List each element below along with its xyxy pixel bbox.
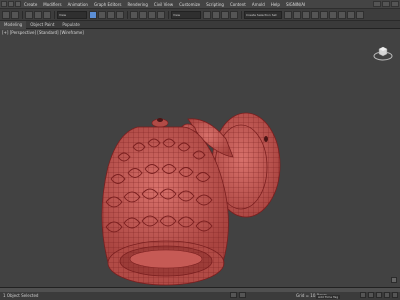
link-icon[interactable]	[25, 10, 33, 19]
curve-editor-icon[interactable]	[311, 10, 319, 19]
selection-set-dropdown[interactable]: Create Selection Set	[244, 10, 282, 19]
maximize-viewport-icon[interactable]	[391, 277, 397, 283]
selection-filter-dropdown[interactable]: View	[57, 10, 87, 19]
angle-snap-icon[interactable]	[221, 10, 229, 19]
absolute-mode-icon[interactable]	[239, 292, 246, 298]
redo-button[interactable]	[11, 10, 19, 19]
tab-object-paint[interactable]: Object Paint	[26, 21, 58, 29]
perspective-viewport[interactable]: [+] [Perspective] [Standard] [Wireframe]	[0, 29, 400, 287]
menu-modifiers[interactable]: Modifiers	[40, 0, 64, 9]
toolbar-divider	[241, 10, 242, 19]
close-icon[interactable]	[391, 1, 399, 7]
main-toolbar: View View Create Selection Set	[0, 9, 400, 21]
minimize-icon[interactable]	[373, 1, 381, 7]
add-time-tag-button[interactable]: Add Time Tag	[316, 295, 341, 299]
tab-populate[interactable]: Populate	[58, 21, 83, 29]
menu-animation[interactable]: Animation	[65, 0, 91, 9]
scale-icon[interactable]	[148, 10, 156, 19]
menu-help[interactable]: Help	[268, 0, 283, 9]
move-icon[interactable]	[130, 10, 138, 19]
viewport-nav-controls	[391, 277, 397, 283]
schematic-view-icon[interactable]	[320, 10, 328, 19]
menu-create[interactable]: Create	[21, 0, 40, 9]
undo-icon[interactable]	[8, 1, 14, 7]
lock-selection-icon[interactable]	[230, 292, 237, 298]
toolbar-divider	[168, 10, 169, 19]
play-icon[interactable]	[376, 292, 382, 298]
mirror-icon[interactable]	[284, 10, 292, 19]
pivot-icon[interactable]	[203, 10, 211, 19]
toolbar-divider	[54, 10, 55, 19]
menu-arnold[interactable]: Arnold	[249, 0, 268, 9]
wall-sconce-model[interactable]	[78, 87, 298, 287]
render-setup-icon[interactable]	[338, 10, 346, 19]
go-to-end-icon[interactable]	[392, 292, 398, 298]
align-icon[interactable]	[293, 10, 301, 19]
menu-content[interactable]: Content	[227, 0, 249, 9]
next-frame-icon[interactable]	[384, 292, 390, 298]
viewport-label[interactable]: [+] [Perspective] [Standard] [Wireframe]	[2, 30, 84, 35]
toolbar-divider	[127, 10, 128, 19]
coordinate-controls	[230, 292, 246, 298]
rotate-icon[interactable]	[139, 10, 147, 19]
menu-customize[interactable]: Customize	[176, 0, 203, 9]
render-icon[interactable]	[356, 10, 364, 19]
app-menu-icon[interactable]	[1, 1, 7, 7]
playback-controls	[360, 292, 398, 298]
menu-signin[interactable]: SIGNIN/AI	[283, 0, 308, 9]
placement-icon[interactable]	[157, 10, 165, 19]
rect-selection-icon[interactable]	[107, 10, 115, 19]
menu-bar: Create Modifiers Animation Graph Editors…	[0, 0, 400, 9]
unlink-icon[interactable]	[34, 10, 42, 19]
toolbar-divider	[22, 10, 23, 19]
undo-button[interactable]	[2, 10, 10, 19]
select-by-name-icon[interactable]	[98, 10, 106, 19]
ribbon-tabs: Modeling Object Paint Populate	[0, 20, 400, 29]
percent-snap-icon[interactable]	[230, 10, 238, 19]
render-frame-icon[interactable]	[347, 10, 355, 19]
tab-modeling[interactable]: Modeling	[0, 20, 27, 29]
window-crossing-icon[interactable]	[116, 10, 124, 19]
select-object-icon[interactable]	[89, 10, 97, 19]
maximize-icon[interactable]	[382, 1, 390, 7]
menu-graph-editors[interactable]: Graph Editors	[91, 0, 124, 9]
material-editor-icon[interactable]	[329, 10, 337, 19]
menu-rendering[interactable]: Rendering	[124, 0, 150, 9]
window-controls	[373, 1, 399, 7]
lamp-shade	[101, 126, 229, 286]
time-slider[interactable]	[0, 288, 400, 292]
layers-icon[interactable]	[302, 10, 310, 19]
bind-space-warp-icon[interactable]	[43, 10, 51, 19]
go-to-start-icon[interactable]	[360, 292, 366, 298]
reference-coord-dropdown[interactable]: View	[171, 10, 201, 19]
snap-toggle-icon[interactable]	[212, 10, 220, 19]
menu-civil-view[interactable]: Civil View	[151, 0, 176, 9]
viewcube-icon[interactable]	[373, 45, 393, 61]
status-bar: 1 Object Selected Grid = 10.0mm Add Time…	[0, 287, 400, 300]
selection-status: 1 Object Selected	[3, 293, 39, 298]
menu-scripting[interactable]: Scripting	[203, 0, 227, 9]
previous-frame-icon[interactable]	[368, 292, 374, 298]
